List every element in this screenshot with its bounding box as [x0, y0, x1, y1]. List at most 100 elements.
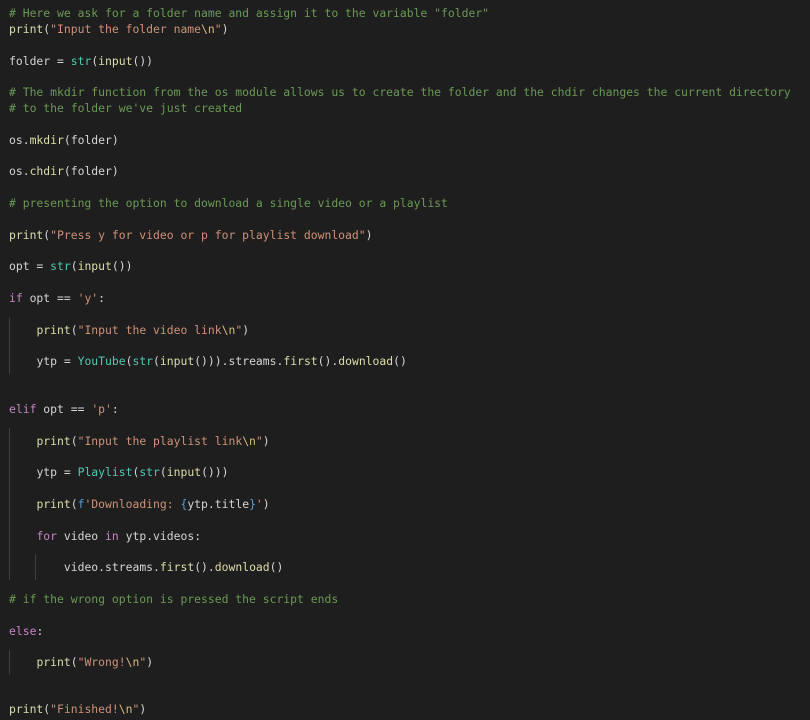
code-line: else:	[9, 623, 43, 639]
code-token: first	[283, 354, 318, 368]
code-line: os.chdir(folder)	[9, 163, 119, 179]
code-token: .	[22, 164, 30, 178]
code-token: # to the folder we've just created	[9, 101, 243, 115]
code-token: download	[338, 354, 394, 368]
code-token: ().	[317, 354, 339, 368]
code-token: opt	[9, 259, 30, 273]
code-token: title	[214, 497, 250, 511]
code-token: 'y'	[77, 291, 99, 305]
code-token: )	[146, 655, 154, 669]
code-token: first	[159, 560, 195, 574]
code-line: # presenting the option to download a si…	[9, 195, 448, 211]
code-token: =	[57, 354, 78, 368]
code-token: streams	[105, 560, 154, 574]
code-token: in	[105, 529, 119, 543]
code-token: str	[70, 54, 92, 68]
code-token: )	[365, 228, 373, 242]
code-token: ()	[269, 560, 284, 574]
code-token: os	[9, 164, 23, 178]
code-token: print	[9, 228, 44, 242]
code-token: "Input the video link	[77, 323, 222, 337]
code-editor[interactable]: # Here we ask for a folder name and assi…	[0, 0, 810, 720]
code-token: (	[159, 465, 167, 479]
code-token: input	[98, 54, 133, 68]
code-token: )	[111, 133, 119, 147]
code-line: ytp = YouTube(str(input())).streams.firs…	[9, 353, 406, 369]
code-token: chdir	[29, 164, 64, 178]
code-line: print("Finished!\n")	[9, 701, 146, 717]
code-token: 'Downloading:	[84, 497, 181, 511]
code-token: if	[9, 291, 23, 305]
code-token: (	[70, 323, 78, 337]
code-line: elif opt == 'p':	[9, 401, 119, 417]
code-token: YouTube	[77, 354, 126, 368]
code-token: ytp	[36, 465, 58, 479]
code-token: ==	[63, 402, 92, 416]
code-token: opt	[43, 402, 64, 416]
code-token: input	[166, 465, 202, 479]
code-token: ())	[132, 54, 154, 68]
code-token: \n	[201, 22, 215, 36]
code-token: print	[36, 497, 71, 511]
code-token: video	[63, 529, 99, 543]
code-line: # The mkdir function from the os module …	[9, 84, 791, 100]
code-token: )	[139, 702, 147, 716]
code-token: str	[132, 354, 154, 368]
code-token: (	[63, 164, 71, 178]
code-token: :	[98, 291, 106, 305]
code-line: os.mkdir(folder)	[9, 132, 119, 148]
code-token: :	[194, 529, 202, 543]
code-token: # presenting the option to download a si…	[9, 196, 448, 210]
code-token: (	[70, 259, 78, 273]
code-token: str	[50, 259, 71, 273]
code-line: # Here we ask for a folder name and assi…	[9, 5, 489, 21]
code-token: "	[255, 434, 263, 448]
code-token: else	[9, 624, 37, 638]
code-token: os	[9, 133, 23, 147]
code-token: input	[77, 259, 112, 273]
code-token: ytp	[125, 529, 147, 543]
code-token: ytp	[36, 354, 58, 368]
code-token: )	[262, 434, 270, 448]
code-token: ().	[194, 560, 215, 574]
code-token: :	[36, 624, 44, 638]
code-token: ()))	[201, 465, 229, 479]
code-token: elif	[9, 402, 37, 416]
code-token: folder	[70, 133, 112, 147]
code-token: \n	[221, 323, 236, 337]
code-token: streams	[228, 354, 277, 368]
code-line: print("Input the playlist link\n")	[9, 433, 270, 449]
code-token: folder	[9, 54, 51, 68]
code-token: =	[29, 259, 51, 273]
code-token: print	[36, 655, 71, 669]
code-line: folder = str(input())	[9, 53, 153, 69]
code-line: print("Input the video link\n")	[9, 322, 249, 338]
code-token: 'p'	[91, 402, 112, 416]
code-token: videos	[153, 529, 195, 543]
code-token: .	[207, 497, 215, 511]
code-line: ytp = Playlist(str(input()))	[9, 464, 229, 480]
code-token: "Press y for video or p for playlist dow…	[50, 228, 366, 242]
code-token: print	[9, 22, 44, 36]
code-token: folder	[70, 164, 112, 178]
code-token: input	[159, 354, 195, 368]
code-token: "Input the folder name	[50, 22, 202, 36]
code-token: print	[9, 702, 44, 716]
code-token: (	[70, 434, 78, 448]
code-token: mkdir	[29, 133, 64, 147]
code-token: "Wrong!	[77, 655, 126, 669]
code-line: opt = str(input())	[9, 258, 132, 274]
code-token: \n	[118, 702, 133, 716]
code-token: }	[249, 497, 256, 511]
